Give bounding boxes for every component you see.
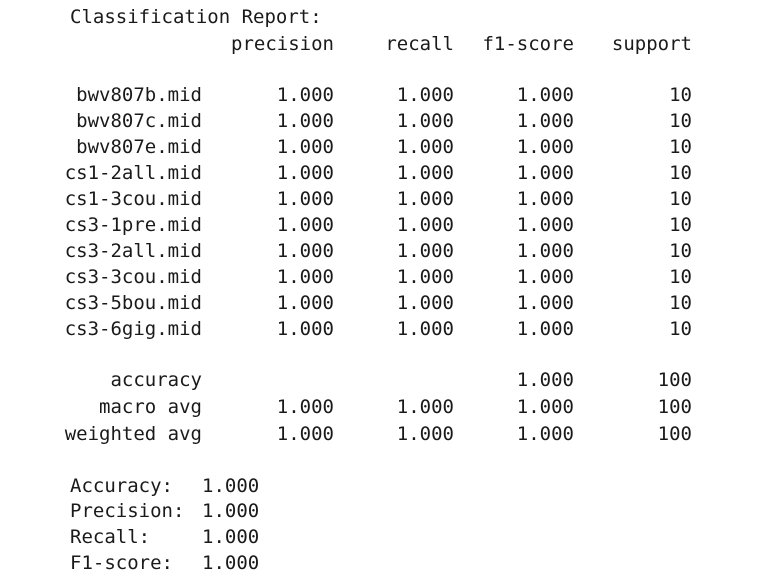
precision-value: 1.000 bbox=[276, 318, 334, 340]
support-value: 10 bbox=[669, 110, 692, 132]
f1-score-value: 1.000 bbox=[516, 110, 574, 132]
f1-score-value: 1.000 bbox=[516, 266, 574, 288]
precision-value: 1.000 bbox=[276, 84, 334, 106]
macro-avg-label: macro avg bbox=[99, 396, 202, 418]
class-label: cs3-3cou.mid bbox=[64, 266, 202, 288]
class-label: bwv807b.mid bbox=[76, 84, 202, 106]
f1-score-value: 1.000 bbox=[516, 214, 574, 236]
class-label: bwv807c.mid bbox=[76, 110, 202, 132]
weighted-avg-recall-value: 1.000 bbox=[396, 423, 454, 445]
support-value: 10 bbox=[669, 318, 692, 340]
support-value: 10 bbox=[669, 292, 692, 314]
class-label: cs3-1pre.mid bbox=[64, 214, 202, 236]
recall-value: 1.000 bbox=[396, 266, 454, 288]
class-label: cs3-5bou.mid bbox=[64, 292, 202, 314]
accuracy-support-value: 100 bbox=[657, 369, 692, 391]
class-label: cs1-2all.mid bbox=[64, 162, 202, 184]
weighted-avg-f1-value: 1.000 bbox=[516, 423, 574, 445]
recall-value: 1.000 bbox=[396, 318, 454, 340]
summary-precision-value: 1.000 bbox=[202, 500, 260, 522]
class-label: cs3-2all.mid bbox=[64, 240, 202, 262]
precision-value: 1.000 bbox=[276, 266, 334, 288]
weighted-avg-label: weighted avg bbox=[64, 423, 202, 445]
class-label: cs3-6gig.mid bbox=[64, 318, 202, 340]
summary-accuracy-label: Accuracy: bbox=[70, 475, 173, 497]
macro-avg-precision-value: 1.000 bbox=[276, 396, 334, 418]
header-recall: recall bbox=[385, 33, 454, 55]
support-value: 10 bbox=[669, 240, 692, 262]
recall-value: 1.000 bbox=[396, 292, 454, 314]
support-value: 10 bbox=[669, 188, 692, 210]
f1-score-value: 1.000 bbox=[516, 136, 574, 158]
recall-value: 1.000 bbox=[396, 214, 454, 236]
support-value: 10 bbox=[669, 84, 692, 106]
class-label: bwv807e.mid bbox=[76, 136, 202, 158]
support-value: 10 bbox=[669, 136, 692, 158]
f1-score-value: 1.000 bbox=[516, 318, 574, 340]
recall-value: 1.000 bbox=[396, 110, 454, 132]
f1-score-value: 1.000 bbox=[516, 240, 574, 262]
precision-value: 1.000 bbox=[276, 292, 334, 314]
accuracy-f1-value: 1.000 bbox=[516, 369, 574, 391]
weighted-avg-precision-value: 1.000 bbox=[276, 423, 334, 445]
precision-value: 1.000 bbox=[276, 214, 334, 236]
support-value: 10 bbox=[669, 162, 692, 184]
recall-value: 1.000 bbox=[396, 162, 454, 184]
summary-precision-label: Precision: bbox=[70, 500, 185, 522]
support-value: 10 bbox=[669, 266, 692, 288]
accuracy-label: accuracy bbox=[110, 369, 202, 391]
recall-value: 1.000 bbox=[396, 240, 454, 262]
summary-recall-value: 1.000 bbox=[202, 526, 260, 548]
f1-score-value: 1.000 bbox=[516, 84, 574, 106]
summary-f1-score-label: F1-score: bbox=[70, 552, 173, 574]
summary-accuracy-value: 1.000 bbox=[202, 475, 260, 497]
header-f1-score: f1-score bbox=[482, 33, 574, 55]
macro-avg-f1-value: 1.000 bbox=[516, 396, 574, 418]
classification-report-document: { "report": { "title": "Classification R… bbox=[0, 0, 764, 581]
precision-value: 1.000 bbox=[276, 162, 334, 184]
recall-value: 1.000 bbox=[396, 136, 454, 158]
f1-score-value: 1.000 bbox=[516, 162, 574, 184]
precision-value: 1.000 bbox=[276, 188, 334, 210]
precision-value: 1.000 bbox=[276, 136, 334, 158]
macro-avg-support-value: 100 bbox=[657, 396, 692, 418]
precision-value: 1.000 bbox=[276, 110, 334, 132]
summary-f1-score-value: 1.000 bbox=[202, 552, 260, 574]
report-title: Classification Report: bbox=[70, 6, 322, 28]
header-precision: precision bbox=[231, 33, 334, 55]
summary-recall-label: Recall: bbox=[70, 526, 151, 548]
recall-value: 1.000 bbox=[396, 84, 454, 106]
macro-avg-recall-value: 1.000 bbox=[396, 396, 454, 418]
support-value: 10 bbox=[669, 214, 692, 236]
weighted-avg-support-value: 100 bbox=[657, 423, 692, 445]
f1-score-value: 1.000 bbox=[516, 292, 574, 314]
f1-score-value: 1.000 bbox=[516, 188, 574, 210]
precision-value: 1.000 bbox=[276, 240, 334, 262]
header-support: support bbox=[611, 33, 692, 55]
recall-value: 1.000 bbox=[396, 188, 454, 210]
class-label: cs1-3cou.mid bbox=[64, 188, 202, 210]
